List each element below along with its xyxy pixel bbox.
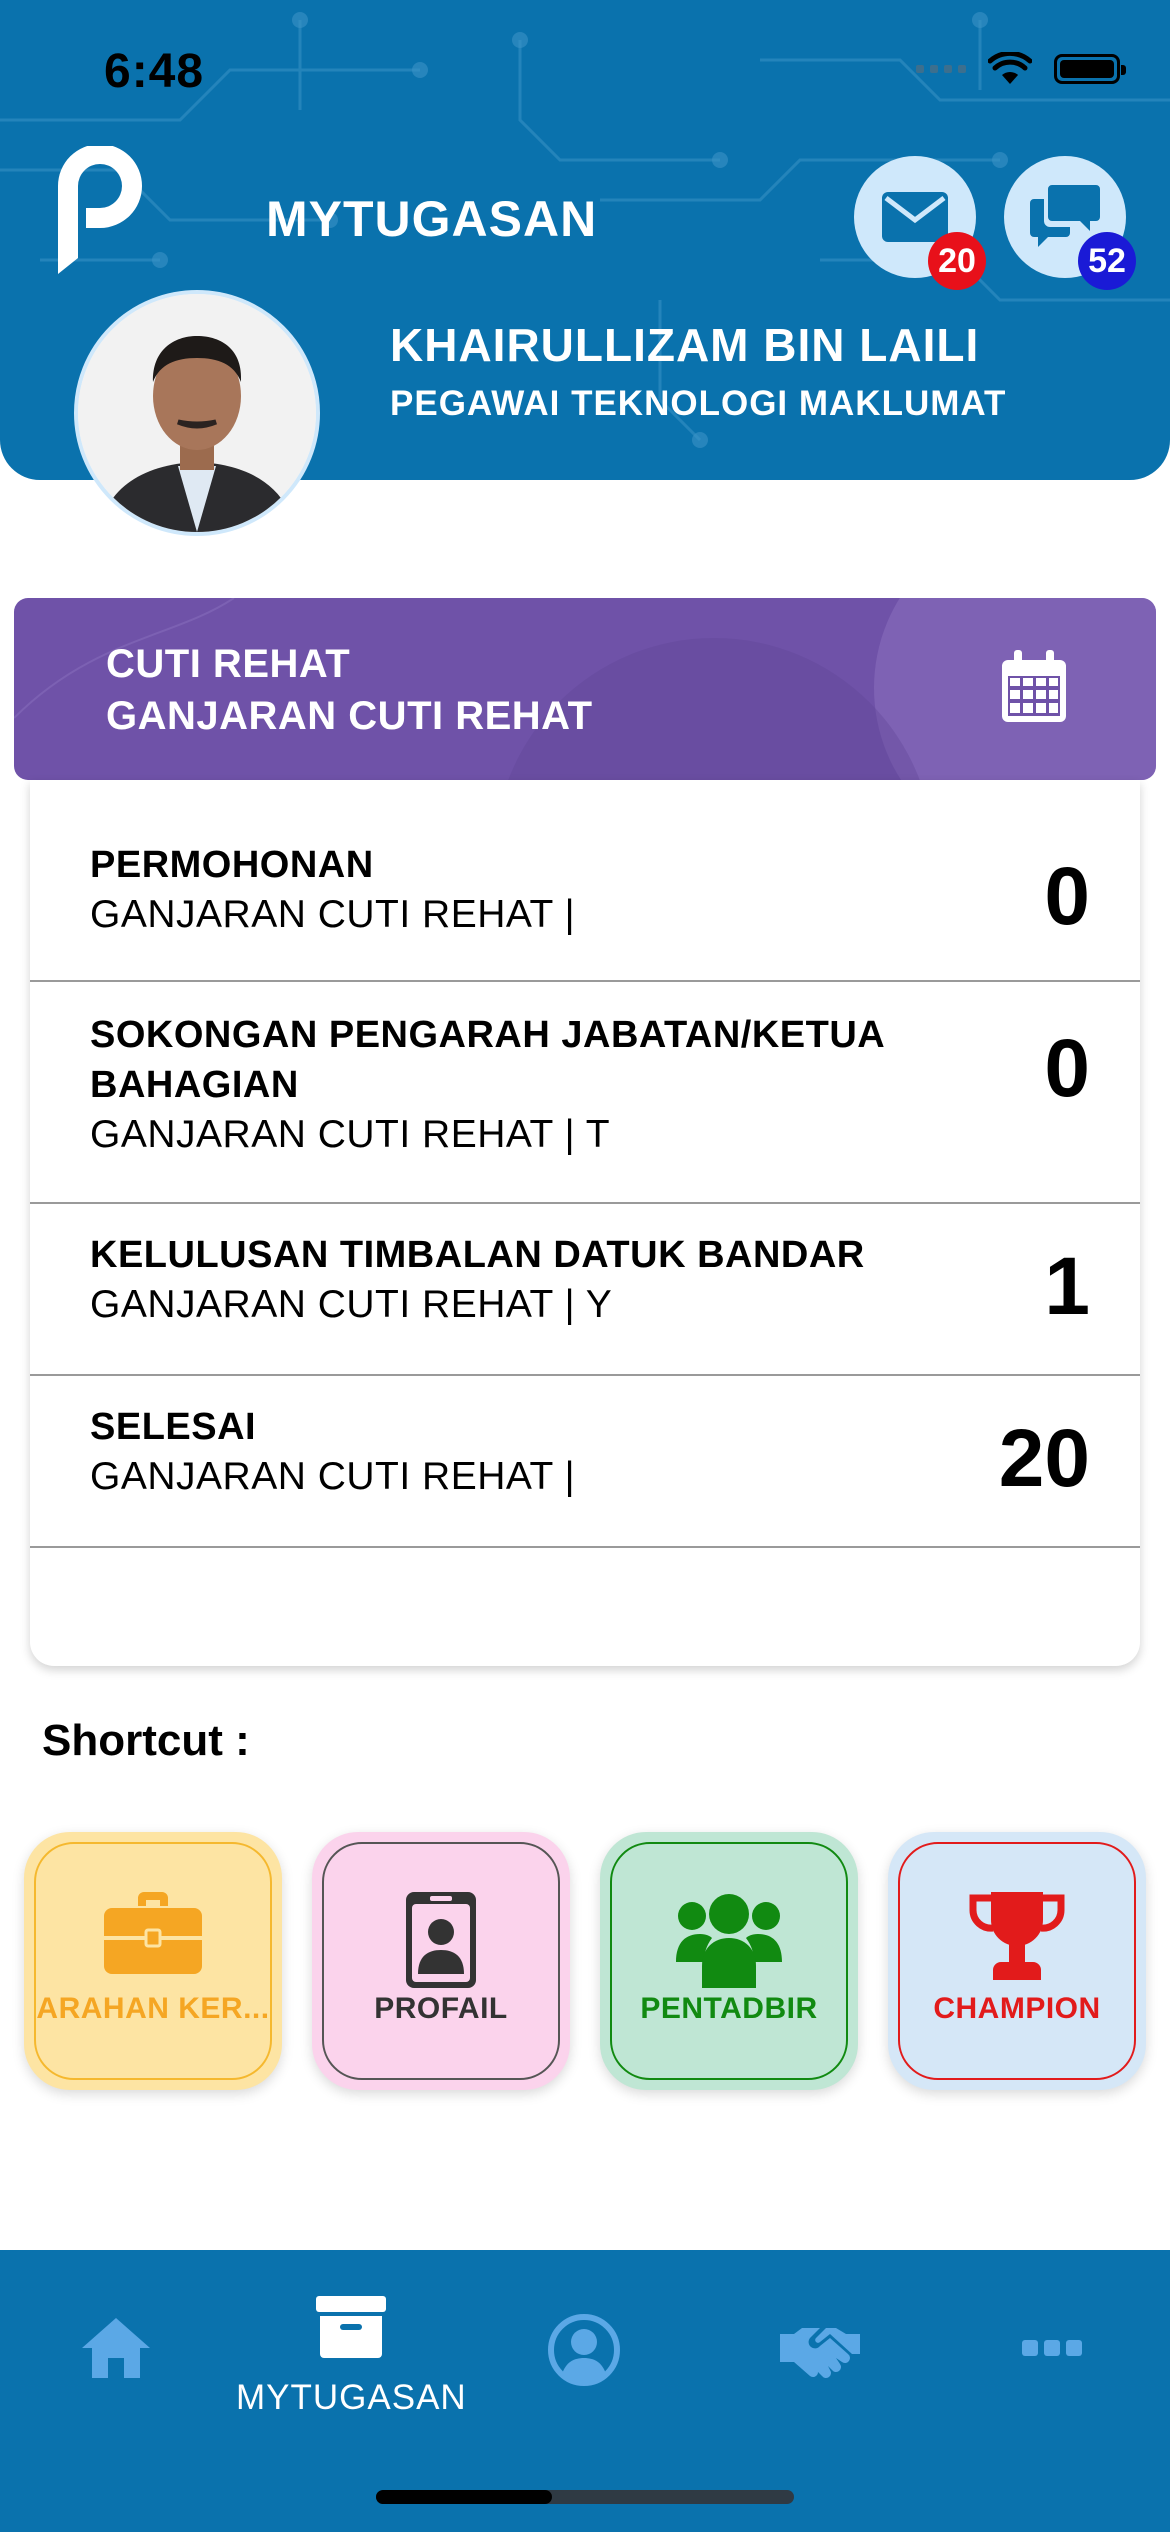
leave-type-banner[interactable]: CUTI REHAT GANJARAN CUTI REHAT <box>14 598 1156 780</box>
user-circle-icon <box>548 2314 620 2386</box>
user-role: PEGAWAI TEKNOLOGI MAKLUMAT <box>390 384 1007 423</box>
row-title: PERMOHONAN <box>90 844 374 886</box>
mail-badge: 20 <box>928 232 986 290</box>
shortcut-icon-wrap <box>24 1892 282 1974</box>
row-count: 0 <box>1044 1023 1090 1114</box>
row-count: 20 <box>998 1413 1090 1504</box>
calendar-icon <box>1002 650 1066 722</box>
row-title: SELESAI <box>90 1406 257 1448</box>
app-title: MYTUGASAN <box>266 191 598 247</box>
shortcut-label: CHAMPION <box>933 1992 1101 2025</box>
battery-icon <box>1054 54 1126 84</box>
archive-icon <box>316 2296 386 2358</box>
row-count: 1 <box>1044 1241 1090 1332</box>
shortcut-icon-wrap <box>600 1892 858 1988</box>
row-title: SOKONGAN PENGARAH JABATAN/KETUA BAHAGIAN <box>90 1014 884 1106</box>
mail-icon <box>882 192 948 242</box>
row-subtitle: GANJARAN CUTI REHAT | <box>90 1455 576 1498</box>
more-icon <box>1022 2340 1082 2356</box>
chat-button[interactable]: 52 <box>1004 156 1136 290</box>
shortcut-icon-wrap <box>312 1892 570 1988</box>
row-count: 0 <box>1044 851 1090 942</box>
nav-profile[interactable] <box>548 2314 620 2391</box>
nav-more[interactable] <box>1022 2338 1082 2363</box>
row-subtitle: GANJARAN CUTI REHAT | <box>90 893 576 936</box>
shortcut-champion[interactable]: CHAMPION <box>888 1832 1146 2090</box>
nav-label: MYTUGASAN <box>236 2378 467 2417</box>
nav-handshake[interactable] <box>780 2320 860 2387</box>
status-list: PERMOHONAN GANJARAN CUTI REHAT | 0 SOKON… <box>30 780 1140 1666</box>
leave-category: CUTI REHAT <box>106 642 351 686</box>
shortcut-icon-wrap <box>888 1892 1146 1980</box>
user-name: KHAIRULLIZAM BIN LAILI <box>390 319 980 371</box>
avatar[interactable] <box>74 290 320 536</box>
shortcut-pentadbir[interactable]: PENTADBIR <box>600 1832 858 2090</box>
avatar-photo <box>78 294 316 532</box>
status-row-permohonan[interactable]: PERMOHONAN GANJARAN CUTI REHAT | 0 <box>30 780 1140 982</box>
app-logo-icon <box>58 146 142 274</box>
wifi-icon <box>988 52 1032 84</box>
status-row-kelulusan[interactable]: KELULUSAN TIMBALAN DATUK BANDAR GANJARAN… <box>30 1204 1140 1376</box>
signal-icon <box>916 65 966 73</box>
banner-decoration <box>14 598 1156 780</box>
home-indicator[interactable] <box>376 2490 794 2504</box>
shortcut-profail[interactable]: PROFAIL <box>312 1832 570 2090</box>
briefcase-icon <box>104 1892 202 1974</box>
chat-badge: 52 <box>1078 232 1136 290</box>
status-row-selesai[interactable]: SELESAI GANJARAN CUTI REHAT | 20 <box>30 1376 1140 1548</box>
shortcut-label: PENTADBIR <box>640 1992 818 2025</box>
users-icon <box>676 1894 782 1988</box>
handshake-icon <box>780 2328 860 2378</box>
shortcut-arahan-kerja[interactable]: ARAHAN KER... <box>24 1832 282 2090</box>
shortcut-label: ARAHAN KER... <box>36 1992 270 2025</box>
status-time: 6:48 <box>104 45 205 98</box>
row-subtitle: GANJARAN CUTI REHAT | Y <box>90 1283 613 1326</box>
row-title: KELULUSAN TIMBALAN DATUK BANDAR <box>90 1234 865 1276</box>
id-badge-icon <box>406 1892 476 1988</box>
home-icon <box>82 2318 150 2378</box>
trophy-icon <box>969 1892 1065 1980</box>
shortcut-heading: Shortcut : <box>42 1716 250 1765</box>
status-row-sokongan[interactable]: SOKONGAN PENGARAH JABATAN/KETUA BAHAGIAN… <box>30 982 1140 1204</box>
status-icons <box>916 52 1126 86</box>
shortcut-label: PROFAIL <box>374 1992 508 2025</box>
leave-subcategory: GANJARAN CUTI REHAT <box>106 694 593 738</box>
mail-button[interactable]: 20 <box>854 156 986 290</box>
nav-home[interactable] <box>80 2316 152 2385</box>
row-subtitle: GANJARAN CUTI REHAT | T <box>90 1113 611 1156</box>
